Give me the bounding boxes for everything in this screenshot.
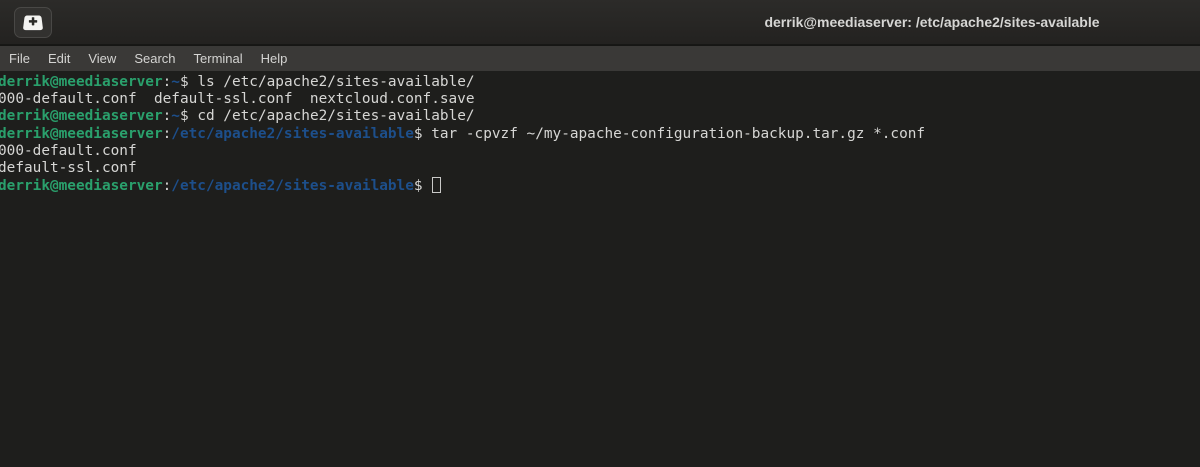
terminal-prompt-line: derrik@meediaserver:~$ ls /etc/apache2/s… <box>0 74 1200 91</box>
terminal-output-line: 000-default.conf default-ssl.conf nextcl… <box>0 91 1200 108</box>
prompt-colon: : <box>162 108 172 125</box>
terminal-prompt-line: derrik@meediaserver:~$ cd /etc/apache2/s… <box>0 108 1200 125</box>
menu-item-search[interactable]: Search <box>125 46 184 71</box>
new-tab-icon <box>22 13 44 33</box>
terminal-output-line: 000-default.conf <box>0 143 1200 160</box>
prompt-symbol: $ <box>179 74 189 90</box>
command-text: tar -cpvzf ~/my-apache-configuration-bac… <box>431 125 926 142</box>
output-text: 000-default.conf <box>0 142 137 159</box>
prompt-symbol: $ <box>179 108 189 125</box>
menu-item-file[interactable]: File <box>0 46 39 71</box>
prompt-symbol: $ <box>413 178 423 195</box>
terminal-cursor <box>432 177 442 194</box>
prompt-user-host: derrik@meediaserver <box>0 74 163 90</box>
menu-item-help[interactable]: Help <box>252 46 297 71</box>
terminal[interactable]: derrik@meediaserver:~$ ls /etc/apache2/s… <box>0 71 1200 467</box>
menu-bar: File Edit View Search Terminal Help <box>0 45 1200 71</box>
prompt-colon: : <box>162 125 172 142</box>
command-text: ls /etc/apache2/sites-available/ <box>197 74 475 90</box>
menu-item-edit[interactable]: Edit <box>39 46 79 71</box>
output-text: default-ssl.conf <box>0 160 137 177</box>
window-title: derrik@meediaserver: /etc/apache2/sites-… <box>764 14 1100 30</box>
new-terminal-button[interactable] <box>14 7 52 38</box>
terminal-output-line: default-ssl.conf <box>0 160 1200 177</box>
prompt-user-host: derrik@meediaserver <box>0 178 163 195</box>
terminal-prompt-line: derrik@meediaserver:/etc/apache2/sites-a… <box>0 126 1200 143</box>
menu-item-terminal[interactable]: Terminal <box>185 46 252 71</box>
prompt-user-host: derrik@meediaserver <box>0 108 163 125</box>
terminal-prompt-line: derrik@meediaserver:/etc/apache2/sites-a… <box>0 177 1200 195</box>
prompt-symbol: $ <box>413 125 423 142</box>
prompt-path: ~ <box>171 74 180 90</box>
prompt-user-host: derrik@meediaserver <box>0 125 163 142</box>
prompt-path: /etc/apache2/sites-available <box>171 178 414 195</box>
output-text: 000-default.conf default-ssl.conf nextcl… <box>0 91 475 108</box>
prompt-path: /etc/apache2/sites-available <box>171 125 414 142</box>
prompt-colon: : <box>162 74 172 90</box>
menu-item-view[interactable]: View <box>79 46 125 71</box>
command-text: cd /etc/apache2/sites-available/ <box>197 108 475 125</box>
title-bar[interactable]: derrik@meediaserver: /etc/apache2/sites-… <box>0 0 1200 45</box>
prompt-colon: : <box>162 178 172 195</box>
prompt-path: ~ <box>171 108 180 125</box>
